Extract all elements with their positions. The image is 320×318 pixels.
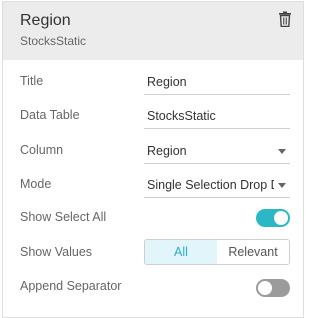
title-input[interactable]: Region	[144, 69, 290, 95]
show-select-all-toggle[interactable]	[256, 209, 290, 227]
mode-row: Mode Single Selection Drop Do	[3, 168, 303, 202]
column-select[interactable]: Region	[144, 138, 290, 164]
panel-title: Region	[20, 12, 71, 29]
show-values-segmented: All Relevant	[144, 239, 290, 265]
column-select-value: Region	[147, 144, 187, 158]
mode-label: Mode	[20, 177, 52, 191]
append-separator-toggle[interactable]	[256, 279, 290, 297]
data-table-label: Data Table	[20, 108, 80, 122]
title-row: Title Region	[3, 65, 303, 99]
mode-select-value: Single Selection Drop Do	[147, 178, 274, 192]
show-values-label: Show Values	[20, 245, 93, 259]
trash-icon[interactable]	[278, 11, 292, 27]
column-label: Column	[20, 143, 64, 157]
data-table-value: StocksStatic	[147, 109, 216, 123]
show-select-all-row: Show Select All	[3, 201, 303, 235]
title-input-value: Region	[147, 75, 187, 89]
show-values-relevant-button[interactable]: Relevant	[217, 240, 289, 264]
chevron-down-icon	[278, 149, 286, 154]
show-select-all-label: Show Select All	[20, 210, 107, 224]
toggle-knob	[274, 211, 288, 225]
data-table-input[interactable]: StocksStatic	[144, 103, 290, 129]
toggle-knob	[258, 281, 272, 295]
title-label: Title	[20, 74, 44, 88]
panel-header: Region StocksStatic	[3, 2, 303, 60]
data-table-row: Data Table StocksStatic	[3, 99, 303, 133]
chevron-down-icon	[278, 183, 286, 188]
column-row: Column Region	[3, 134, 303, 168]
mode-select[interactable]: Single Selection Drop Do	[144, 172, 290, 198]
properties-panel: Region StocksStatic Title Region Data Ta…	[2, 1, 304, 318]
append-separator-row: Append Separator	[3, 270, 303, 304]
append-separator-label: Append Separator	[20, 279, 122, 293]
panel-subtitle: StocksStatic	[20, 34, 87, 48]
show-values-all-button[interactable]: All	[145, 240, 218, 264]
